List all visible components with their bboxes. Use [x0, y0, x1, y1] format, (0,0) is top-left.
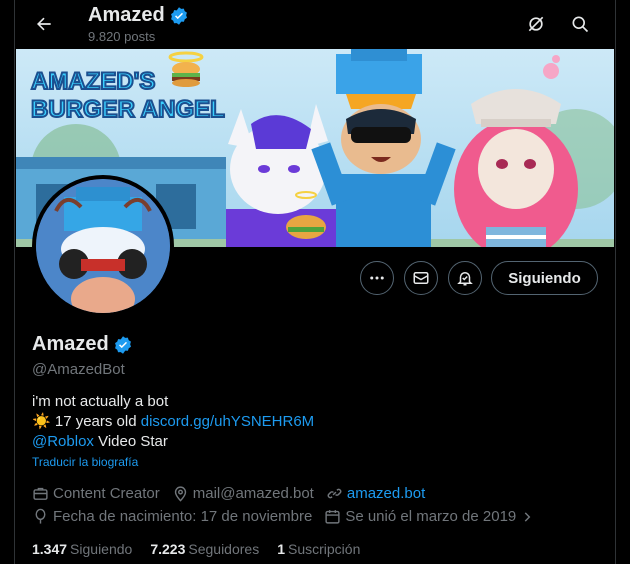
subscriptions-stat[interactable]: 1 Suscripción: [277, 541, 360, 557]
location-pin-icon: [174, 486, 186, 502]
subscriptions-count: 1: [277, 541, 285, 557]
email-label: mail@amazed.bot: [192, 485, 314, 502]
following-count: 1.347: [32, 541, 68, 557]
website-item[interactable]: amazed.bot: [326, 485, 425, 502]
avatar-image: [36, 179, 170, 313]
sun-emoji: ☀️: [32, 413, 51, 430]
follow-stats: 1.347 Siguiendo 7.223 Seguidores 1 Suscripc…: [32, 541, 378, 557]
category-item: Content Creator: [32, 485, 160, 502]
followers-count: 7.223: [150, 541, 186, 557]
briefcase-icon: [33, 487, 48, 500]
birthday-item: Fecha de nacimiento: 17 de noviembre: [32, 508, 312, 525]
banner-character-cat: [226, 104, 336, 247]
message-button[interactable]: [404, 261, 438, 295]
banner-title-line1: AMAZED'S: [31, 68, 155, 95]
following-label: Siguiendo: [70, 541, 133, 557]
envelope-icon: [413, 272, 429, 284]
notify-button[interactable]: [448, 261, 482, 295]
avatar-frame[interactable]: [32, 175, 174, 317]
meta-row-2: Fecha de nacimiento: 17 de noviembre Se …: [32, 508, 550, 525]
roblox-mention-link[interactable]: @Roblox: [32, 433, 94, 450]
verified-badge-icon[interactable]: [113, 335, 133, 355]
grok-button[interactable]: [522, 10, 550, 38]
bio-role-text: Video Star: [93, 433, 168, 450]
bio-age-text: 17 years old: [50, 413, 141, 430]
bell-check-icon: [457, 272, 473, 286]
bio-line-2: ☀️ 17 years old discord.gg/uhYSNEHR6M: [32, 412, 314, 432]
banner-title-line2: BURGER ANGEL: [31, 96, 225, 123]
grok-icon: [528, 16, 544, 32]
avatar: [36, 179, 170, 313]
chevron-right-icon: [525, 511, 531, 522]
header-title: Amazed: [88, 4, 189, 27]
joined-item[interactable]: Se unió el marzo de 2019: [324, 508, 538, 525]
profile-name: Amazed: [32, 333, 109, 355]
profile-column: Amazed 9.820 posts AMAZED'S BURGER ANGEL…: [14, 0, 616, 564]
search-button[interactable]: [566, 10, 594, 38]
more-dots-icon: [370, 276, 384, 280]
verified-badge-icon: [170, 6, 187, 25]
bio-line-3: @Roblox Video Star: [32, 432, 314, 452]
search-icon: [572, 16, 589, 33]
joined-label: Se unió el marzo de 2019: [345, 508, 517, 525]
birthday-label: Fecha de nacimiento: 17 de noviembre: [53, 508, 313, 525]
discord-link[interactable]: discord.gg/uhYSNEHR6M: [141, 413, 314, 430]
link-icon: [327, 488, 342, 499]
followers-label: Seguidores: [188, 541, 260, 557]
website-link[interactable]: amazed.bot: [347, 485, 425, 502]
calendar-icon: [325, 510, 340, 524]
followers-stat[interactable]: 7.223 Seguidores: [150, 541, 259, 557]
following-stat[interactable]: 1.347 Siguiendo: [32, 541, 132, 557]
meta-row-1: Content Creator mail@amazed.bot amazed.b…: [32, 485, 437, 502]
more-button[interactable]: [360, 261, 394, 295]
following-button[interactable]: Siguiendo: [491, 261, 598, 295]
profile-bio: i'm not actually a bot ☀️ 17 years old d…: [32, 392, 314, 452]
profile-name-row: Amazed: [32, 333, 133, 356]
email-item: mail@amazed.bot: [172, 485, 314, 502]
bio-line-1: i'm not actually a bot: [32, 393, 169, 410]
subscriptions-label: Suscripción: [288, 541, 361, 557]
profile-handle: @AmazedBot: [32, 361, 125, 378]
arrow-left-icon: [37, 17, 51, 31]
back-button[interactable]: [29, 9, 59, 39]
balloon-icon: [35, 508, 46, 524]
post-count: 9.820 posts: [88, 29, 156, 44]
header-name: Amazed: [88, 4, 165, 26]
category-label: Content Creator: [53, 485, 160, 502]
translate-bio-link[interactable]: Traducir la biografía: [32, 455, 138, 469]
top-bar: Amazed 9.820 posts: [15, 0, 615, 49]
